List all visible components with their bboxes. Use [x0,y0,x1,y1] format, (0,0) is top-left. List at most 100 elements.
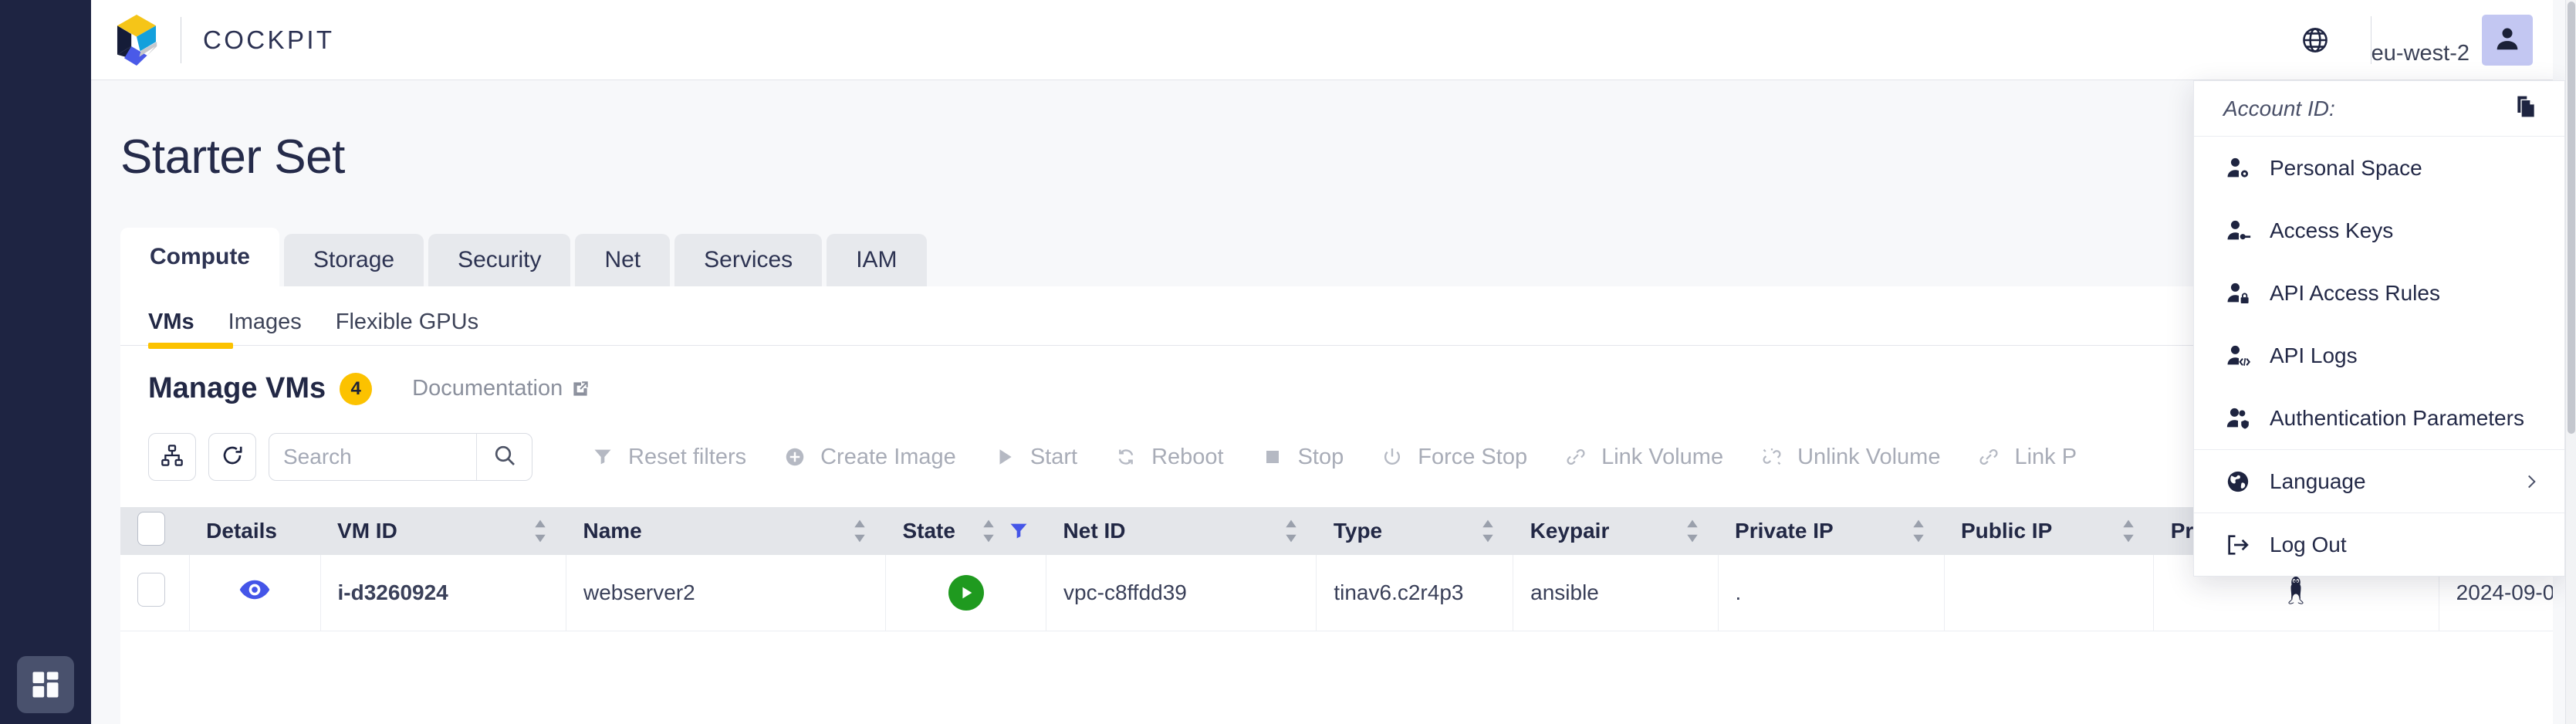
header-right-group: eu-west-2 [2294,0,2553,80]
avatar[interactable] [2482,15,2533,66]
copy-icon[interactable] [2513,94,2538,123]
page-title: Starter Set [120,130,2553,184]
th-keypair[interactable]: Keypair [1513,507,1718,555]
tab-services[interactable]: Services [674,234,822,286]
vertical-scrollbar-thumb[interactable] [2568,2,2575,434]
org-tree-button[interactable] [148,433,196,481]
sort-name-icon[interactable] [851,519,868,543]
region-selector[interactable]: eu-west-2 [2371,0,2482,80]
start-button[interactable]: Start [992,444,1077,470]
menu-item-api-logs[interactable]: API Logs [2194,324,2564,387]
user-dropdown-menu: Account ID: Personal Space [2193,80,2565,577]
row-type: tinav6.c2r4p3 [1317,555,1513,631]
th-private-ip[interactable]: Private IP [1718,507,1944,555]
search-input[interactable] [269,434,476,480]
menu-item-language[interactable]: Language [2194,450,2564,513]
force-stop-label: Force Stop [1418,445,1527,470]
th-type[interactable]: Type [1317,507,1513,555]
eye-icon[interactable] [238,587,271,611]
tab-security[interactable]: Security [428,234,570,286]
th-type-label: Type [1334,519,1382,543]
search-submit-button[interactable] [476,434,532,480]
subtab-images[interactable]: Images [228,310,302,343]
sort-vm-id-icon[interactable] [532,519,549,543]
tab-net[interactable]: Net [575,234,670,286]
sort-public-ip-icon[interactable] [2120,519,2137,543]
dashboard-grid-icon [29,668,63,702]
link-public-ip-button[interactable]: Link P [1976,444,2077,470]
tab-iam[interactable]: IAM [827,234,926,286]
user-lock-icon [2223,279,2253,308]
menu-item-authentication-parameters[interactable]: Authentication Parameters [2194,387,2564,449]
user-avatar-icon [2493,24,2522,57]
chevron-right-icon [2521,472,2541,492]
refresh-button[interactable] [208,433,256,481]
subtab-vms[interactable]: VMs [148,310,194,343]
th-name[interactable]: Name [566,507,885,555]
filter-state-icon[interactable] [1008,520,1029,542]
reset-filters-button[interactable]: Reset filters [590,444,746,470]
logout-icon [2223,530,2253,560]
force-stop-button[interactable]: Force Stop [1379,444,1527,470]
dashboard-launcher-button[interactable] [17,656,74,713]
th-net-id[interactable]: Net ID [1046,507,1317,555]
org-tree-icon [160,443,184,472]
table-row[interactable]: i-d3260924 webserver2 vpc-c8ffdd39 tinav… [120,555,2553,631]
user-code-icon [2223,341,2253,370]
reboot-button[interactable]: Reboot [1113,444,1224,470]
create-image-button[interactable]: Create Image [782,444,956,470]
th-details-label: Details [206,519,277,543]
stop-button[interactable]: Stop [1259,444,1344,470]
unlink-volume-button[interactable]: Unlink Volume [1759,444,1940,470]
th-state[interactable]: State [885,507,1046,555]
sort-type-icon[interactable] [1479,519,1496,543]
cockpit-hexagon-logo [111,15,162,66]
menu-item-label: API Logs [2270,343,2541,368]
app-root: COCKPIT eu-west-2 [0,0,2576,724]
section-header: Manage VMs 4 Documentation [120,346,2553,405]
th-public-ip[interactable]: Public IP [1944,507,2154,555]
tab-storage[interactable]: Storage [284,234,424,286]
documentation-link[interactable]: Documentation [412,376,590,401]
brand[interactable]: COCKPIT [111,12,334,68]
th-select-all [120,507,189,555]
account-id-row: Account ID: [2194,81,2564,137]
menu-item-label: Log Out [2270,533,2541,557]
section-title: Manage VMs [148,372,326,405]
start-label: Start [1030,445,1077,470]
menu-item-personal-space[interactable]: Personal Space [2194,137,2564,199]
play-icon [992,444,1018,470]
link-volume-label: Link Volume [1601,445,1723,470]
subtab-flexible-gpus[interactable]: Flexible GPUs [336,310,478,343]
sort-net-id-icon[interactable] [1283,519,1300,543]
vertical-scrollbar[interactable] [2565,0,2576,724]
page-body: Starter Set Compute Storage Security Net… [91,80,2553,724]
brand-name: COCKPIT [203,25,334,55]
link-volume-button[interactable]: Link Volume [1563,444,1723,470]
external-link-icon [570,379,590,399]
row-public-ip [1944,555,2154,631]
menu-item-log-out[interactable]: Log Out [2194,513,2564,576]
refresh-icon [220,443,245,472]
users-shield-icon [2223,404,2253,433]
th-vm-id[interactable]: VM ID [320,507,566,555]
link-icon [1976,444,2002,470]
th-net-id-label: Net ID [1063,519,1126,543]
row-keypair: ansible [1513,555,1718,631]
row-net-id: vpc-c8ffdd39 [1046,555,1317,631]
select-all-checkbox[interactable] [137,512,165,546]
sort-private-ip-icon[interactable] [1910,519,1927,543]
globe-icon[interactable] [2294,19,2337,62]
unlink-volume-label: Unlink Volume [1797,445,1940,470]
menu-item-access-keys[interactable]: Access Keys [2194,199,2564,262]
play-circle-icon [948,575,984,611]
tab-compute[interactable]: Compute [120,228,279,286]
sort-state-icon[interactable] [980,519,997,543]
region-label: eu-west-2 [2371,41,2482,66]
menu-item-label: Personal Space [2270,156,2541,181]
row-checkbox[interactable] [137,573,165,607]
th-vm-id-label: VM ID [337,519,397,543]
menu-item-api-access-rules[interactable]: API Access Rules [2194,262,2564,324]
sort-keypair-icon[interactable] [1684,519,1701,543]
power-icon [1379,444,1405,470]
